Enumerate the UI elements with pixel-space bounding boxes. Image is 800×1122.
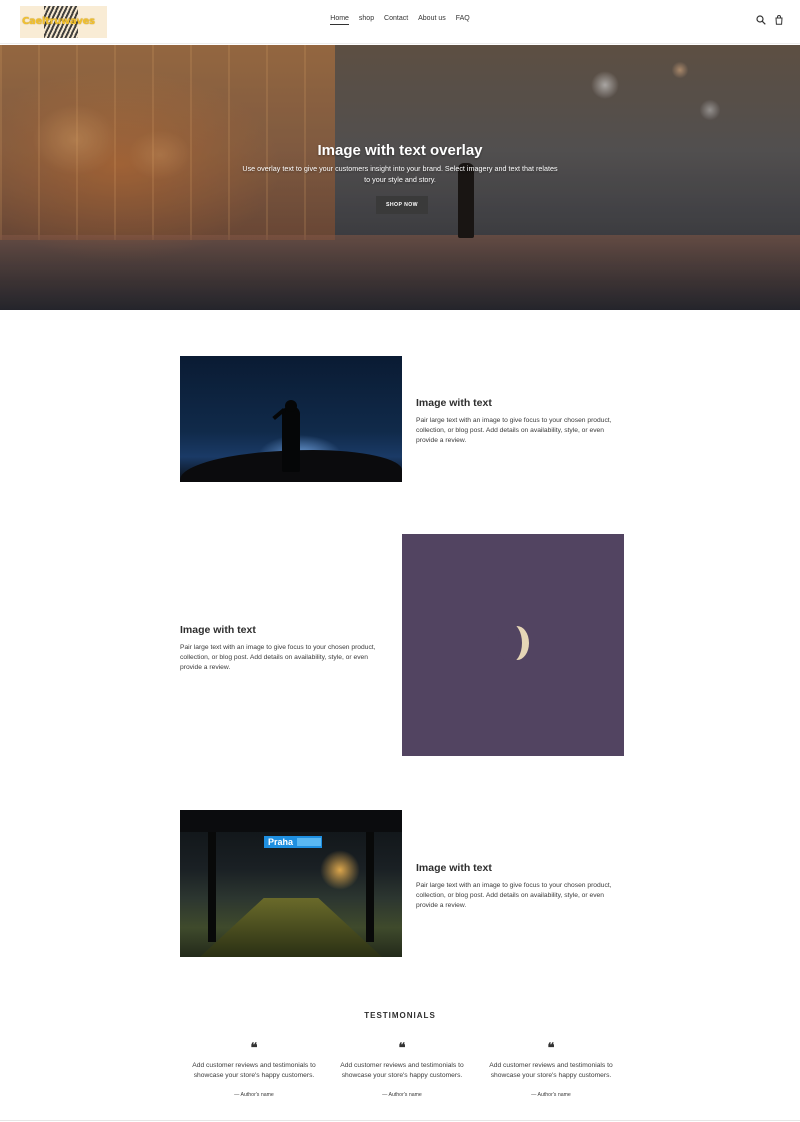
image-train-station: Praha (180, 810, 402, 957)
hero-subtitle: Use overlay text to give your customers … (242, 164, 558, 184)
testimonial-author: — Author's name (382, 1092, 422, 1098)
moon-shadow (498, 623, 522, 663)
station-pillar-right (366, 832, 374, 942)
station-platform (200, 898, 382, 957)
main-nav: Home shop Contact About us FAQ (0, 15, 800, 25)
image-moon (402, 534, 624, 756)
testimonial-card: ❝ Add customer reviews and testimonials … (184, 1041, 324, 1098)
nav-shop[interactable]: shop (359, 15, 374, 24)
nav-home[interactable]: Home (330, 15, 349, 25)
hero-title: Image with text overlay (317, 142, 483, 159)
search-icon[interactable] (756, 15, 766, 25)
site-header: Caeltruwaves Home shop Contact About us … (0, 0, 800, 44)
quote-icon: ❝ (398, 1041, 406, 1056)
section-1-title: Image with text (416, 397, 492, 409)
nav-contact[interactable]: Contact (384, 15, 408, 24)
testimonial-text: Add customer reviews and testimonials to… (489, 1062, 613, 1079)
testimonial-text: Add customer reviews and testimonials to… (340, 1062, 464, 1079)
station-sign-text: Praha (268, 837, 294, 847)
section-1-text: Pair large text with an image to give fo… (416, 417, 612, 444)
testimonial-author: — Author's name (531, 1092, 571, 1098)
nav-faq[interactable]: FAQ (456, 15, 470, 24)
hero-banner: Image with text overlay Use overlay text… (0, 45, 800, 310)
station-lights (320, 850, 360, 890)
section-3-title: Image with text (416, 862, 492, 874)
footer-divider (0, 1120, 800, 1121)
quote-icon: ❝ (547, 1041, 555, 1056)
testimonial-author: — Author's name (234, 1092, 274, 1098)
testimonial-card: ❝ Add customer reviews and testimonials … (332, 1041, 472, 1098)
nav-about-us[interactable]: About us (418, 15, 446, 24)
section-3-text: Pair large text with an image to give fo… (416, 882, 612, 909)
quote-icon: ❝ (250, 1041, 258, 1056)
header-actions (756, 15, 784, 25)
station-sign-secondary (297, 838, 321, 846)
shop-now-button[interactable]: SHOP NOW (376, 196, 428, 214)
section-2-text: Pair large text with an image to give fo… (180, 644, 376, 671)
station-roof (180, 810, 402, 832)
person-silhouette (282, 406, 300, 472)
person-head (285, 400, 297, 412)
station-pillar-left (208, 832, 216, 942)
section-2-title: Image with text (180, 624, 256, 636)
testimonial-card: ❝ Add customer reviews and testimonials … (481, 1041, 621, 1098)
cart-icon[interactable] (774, 15, 784, 25)
image-silhouette-sunset (180, 356, 402, 482)
testimonial-text: Add customer reviews and testimonials to… (192, 1062, 316, 1079)
testimonials-heading: TESTIMONIALS (364, 1011, 436, 1020)
